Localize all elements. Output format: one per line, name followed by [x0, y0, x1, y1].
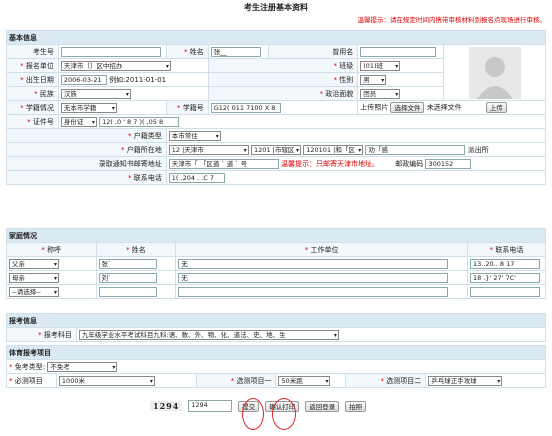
hukou-area-select[interactable]: 120101 |和「区 ▾ [303, 144, 364, 155]
police-station-suffix: 派出所 [467, 145, 489, 154]
subject-select[interactable]: 九年级学业水平考试科目九科:语、数、外、物、化、道法、史、地、生 ▾ [78, 329, 339, 340]
birth-label: 出生日期 [25, 75, 54, 84]
section-exam: 报考信息 [6, 313, 546, 328]
status-select[interactable]: 无本市学籍 ▾ [60, 102, 117, 113]
exam-no-input[interactable] [60, 46, 161, 57]
section-pe: 体育报考项目 [6, 345, 546, 360]
basic-info-table: 基本信息 考生号 * 姓名 张__ 曾用名 * 报名单位 天津市〔〕区中招办 ▾ … [6, 30, 547, 185]
former-input[interactable] [360, 46, 437, 57]
col-work: 工作单位 [310, 245, 339, 254]
opt2-label: 选测项目二 [386, 376, 422, 385]
captcha-image: 1294 [150, 401, 183, 411]
political-select[interactable]: 团员 ▾ [360, 88, 401, 99]
sno-label: 学籍号 [182, 103, 204, 112]
pe-table: 体育报考项目 * 免考类型: 不免考 ▾ * 必测项目 1000米 ▾ * 选测项目… [6, 345, 546, 388]
family-tel-input[interactable] [470, 286, 540, 297]
class-label: 班级 [339, 61, 354, 70]
photo-label: 上传照片 [360, 103, 389, 112]
unit-label: 报名单位 [25, 61, 54, 70]
choose-file-button[interactable]: 选择文件 [390, 102, 425, 113]
hukou-district-select[interactable]: 1201 |市辖区 ▾ [251, 144, 302, 155]
back-login-button[interactable]: 返回登录 [305, 400, 340, 412]
opt1-select[interactable]: 50米跑 ▾ [278, 375, 331, 386]
sex-label: 性别 [339, 75, 354, 84]
phone-input[interactable]: 1( .204 . .C 7 [168, 172, 225, 183]
highlight-circle-submit [242, 398, 264, 430]
take-photo-button[interactable]: 拍照 [345, 400, 367, 412]
col-relation: 称呼 [47, 245, 62, 254]
no-file-text: 未选择文件 [426, 103, 462, 112]
subject-label: 报考科目 [43, 330, 72, 339]
section-basic: 基本信息 [6, 30, 546, 45]
police-station-input[interactable]: 劝「感 [365, 144, 466, 155]
nation-select[interactable]: 汉族 ▾ [60, 88, 131, 99]
idtype-select[interactable]: 身份证 ▾ [60, 116, 97, 127]
opt1-label: 选测项目一 [236, 376, 272, 385]
birth-example: 例如:2011-01-01 [109, 75, 167, 84]
relation-select[interactable]: --请选择-- ▾ [9, 286, 59, 297]
family-work-input[interactable]: 无 [178, 272, 449, 283]
required-label: 必测项目 [14, 376, 43, 385]
postcode-label: 邮政编码 [395, 159, 424, 168]
status-label: 学籍情况 [25, 103, 54, 112]
idtype-label: 证件号 [32, 117, 54, 126]
col-tel: 联系电话 [495, 245, 524, 254]
sex-select[interactable]: 男 ▾ [360, 74, 387, 85]
table-row: --请选择-- ▾ [6, 284, 546, 299]
hukou-type-select[interactable]: 本市常住 ▾ [168, 130, 221, 141]
hukou-label: 户籍所在地 [126, 145, 162, 154]
family-tel-input[interactable]: 18 .}' 27' 7C' [470, 272, 540, 283]
exam-no-label: 考生号 [6, 44, 59, 59]
table-row: 母亲 ▾ 刘` 无 18 .}' 27' 7C' [6, 270, 546, 285]
highlight-circle-print [272, 398, 296, 430]
name-label: 姓名 [189, 47, 204, 56]
family-work-input[interactable] [178, 286, 449, 297]
relation-select[interactable]: 母亲 ▾ [9, 272, 59, 283]
birth-input[interactable]: 2006-03-21 [60, 74, 107, 85]
address-warning: 温馨提示：只邮寄天津市地址。 [281, 159, 380, 168]
family-name-input[interactable]: 张` [98, 258, 157, 269]
section-family: 家庭情况 [6, 228, 546, 243]
exempt-label: 免考类型 [14, 362, 43, 371]
name-input[interactable]: 张__ [210, 46, 261, 57]
sno-input[interactable]: G12( 011 7100 X 8 [210, 102, 281, 113]
class-select[interactable]: (01)班 ▾ [360, 60, 401, 71]
postcode-input[interactable]: 300152 [425, 158, 472, 169]
family-table: 家庭情况 * 称呼 * 姓名 * 工作单位 * 联系电话 父亲 ▾ 张` 无 13… [6, 228, 546, 299]
addr-label: 录取通知书邮寄地址 [98, 159, 162, 168]
hukou-city-select[interactable]: 12 |天津市 ▾ [168, 144, 249, 155]
table-row: 父亲 ▾ 张` 无 13..20.. 8 17 [6, 256, 546, 271]
former-label: 曾用名 [267, 44, 359, 59]
page-title: 考生注册基本资料 [244, 3, 308, 12]
nation-label: 民族 [39, 89, 54, 98]
address-input[interactable]: 天津市「 「区道 ` 道 ` 号 [168, 158, 279, 169]
phone-label: 联系电话 [133, 173, 162, 182]
warning-text: 温馨提示：请在规定时间内携带审核材料到报名点现场进行审核。 [357, 16, 547, 24]
family-name-input[interactable]: 刘` [98, 272, 157, 283]
opt2-select[interactable]: 乒乓球正手攻球 ▾ [428, 375, 503, 386]
family-name-input[interactable] [98, 286, 157, 297]
unit-select[interactable]: 天津市〔〕区中招办 ▾ [60, 60, 171, 71]
exam-table: 报考信息 * 报考科目 九年级学业水平考试科目九科:语、数、外、物、化、道法、史… [6, 313, 547, 342]
required-select[interactable]: 1000米 ▾ [58, 375, 155, 386]
hukou-type-label: 户籍类型 [133, 131, 162, 140]
political-label: 政治面貌 [325, 89, 354, 98]
avatar [468, 46, 521, 99]
family-tel-input[interactable]: 13..20.. 8 17 [470, 258, 540, 269]
exempt-select[interactable]: 不免考 ▾ [47, 361, 118, 372]
id-number-input[interactable]: 12( ,0 ' 8 7 )( ,05 8 [99, 116, 180, 127]
family-work-input[interactable]: 无 [178, 258, 449, 269]
upload-button[interactable]: 上传 [485, 102, 507, 113]
relation-select[interactable]: 父亲 ▾ [9, 258, 59, 269]
col-name: 姓名 [131, 245, 146, 254]
captcha-input[interactable]: 1294 [188, 400, 233, 412]
